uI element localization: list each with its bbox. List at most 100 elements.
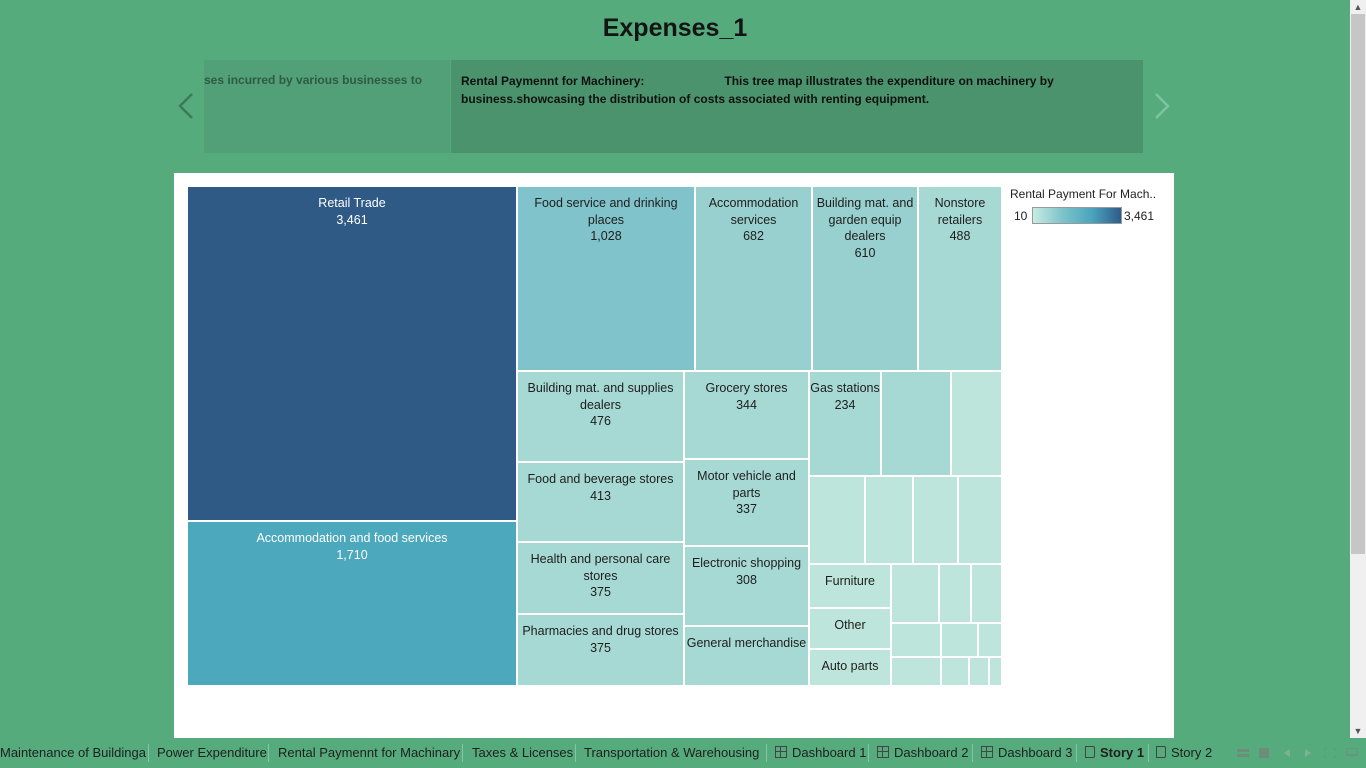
treemap-cell-motor-vehicle-and-parts[interactable]: Motor vehicle and parts 337 — [684, 459, 809, 546]
treemap-cell-value: 344 — [736, 397, 757, 412]
treemap-cell-value: 337 — [736, 502, 757, 516]
treemap-cell-unlabeled[interactable] — [881, 371, 951, 476]
treemap-cell-unlabeled[interactable] — [939, 564, 971, 623]
treemap-cell-furniture[interactable]: Furniture — [809, 564, 891, 608]
treemap-cell-label: Pharmacies and drug stores — [522, 624, 679, 638]
treemap-cell-nonstore-retailers[interactable]: Nonstore retailers 488 — [918, 186, 1002, 371]
treemap-cell-value: 3,461 — [336, 212, 368, 227]
treemap-cell-label: Health and personal care stores — [530, 552, 671, 583]
tab-label: Transportation & Warehousing — [584, 745, 760, 760]
tab-label: Maintenance of Buildinga — [0, 745, 146, 760]
tab-label: Rental Paymennt for Machinary — [278, 745, 461, 760]
treemap-cell-building-mat-and-garden-equip-dealers[interactable]: Building mat. and garden equip dealers 61… — [812, 186, 918, 371]
tab-separator — [1148, 744, 1149, 762]
treemap-cell-label: Furniture — [824, 574, 876, 588]
treemap-cell-value: 610 — [854, 245, 876, 260]
previous-caption-text: Expenses incurred by various businesses … — [204, 73, 423, 87]
tab-label: Dashboard 1 — [792, 745, 867, 760]
first-sheet-arrow-icon[interactable] — [1281, 748, 1293, 758]
tab-label: Dashboard 3 — [998, 745, 1073, 760]
tab-separator — [148, 744, 149, 762]
treemap-cell-unlabeled[interactable] — [891, 564, 939, 623]
fullscreen-icon[interactable] — [1324, 748, 1336, 758]
treemap-cell-accommodation-and-food-services[interactable]: Accommodation and food services 1,710 — [187, 521, 517, 686]
treemap-cell-unlabeled[interactable] — [951, 371, 1002, 476]
treemap-cell-value: 682 — [743, 229, 764, 243]
next-story-point-arrow-icon[interactable] — [1146, 88, 1176, 124]
treemap-cell-unlabeled[interactable] — [891, 623, 941, 657]
tab-story-2[interactable]: Story 2 — [1156, 738, 1212, 768]
tab-label: Power Expenditure — [157, 745, 267, 760]
treemap-cell-unlabeled[interactable] — [989, 657, 1002, 686]
treemap-cell-unlabeled[interactable] — [941, 623, 978, 657]
tab-rental-paymennt-for-machinary[interactable]: Rental Paymennt for Machinary — [278, 738, 460, 768]
treemap-cell-grocery-stores[interactable]: Grocery stores 344 — [684, 371, 809, 459]
legend-min: 10 — [1014, 209, 1028, 223]
treemap-cell-retail-trade[interactable]: Retail Trade 3,461 — [187, 186, 517, 521]
treemap-cell-label: Grocery stores — [705, 381, 788, 395]
treemap-cell-auto-parts[interactable]: Auto parts — [809, 649, 891, 686]
treemap-cell-unlabeled[interactable] — [809, 476, 865, 564]
treemap-cell-other[interactable]: Other — [809, 608, 891, 649]
treemap-cell-unlabeled[interactable] — [891, 657, 941, 686]
treemap-cell-value: 1,710 — [336, 547, 368, 562]
tab-dashboard-2[interactable]: Dashboard 2 — [877, 738, 968, 768]
treemap-cell-health-and-personal-care-stores[interactable]: Health and personal care stores 375 — [517, 542, 684, 614]
treemap-cell-value: 375 — [590, 640, 611, 655]
treemap-cell-gas-stations[interactable]: Gas stations 234 — [809, 371, 881, 476]
sheet-tab-bar: Maintenance of Buildinga Power Expenditu… — [0, 738, 1366, 768]
treemap-cell-label: Other — [834, 618, 866, 632]
treemap-cell-unlabeled[interactable] — [865, 476, 913, 564]
treemap-cell-accommodation-services[interactable]: Accommodation services 682 — [695, 186, 812, 371]
tab-dashboard-1[interactable]: Dashboard 1 — [775, 738, 866, 768]
treemap-cell-unlabeled[interactable] — [978, 623, 1002, 657]
show-filmstrip-icon[interactable] — [1237, 748, 1249, 758]
tab-dashboard-3[interactable]: Dashboard 3 — [981, 738, 1072, 768]
dashboard-icon — [775, 746, 787, 758]
treemap-cell-unlabeled[interactable] — [913, 476, 958, 564]
tab-label: Story 2 — [1171, 745, 1213, 760]
tab-separator — [462, 744, 463, 762]
treemap-cell-unlabeled[interactable] — [971, 564, 1002, 623]
treemap-cell-building-mat-and-supplies-dealers[interactable]: Building mat. and supplies dealers 476 — [517, 371, 684, 462]
story-title: Expenses_1 — [602, 14, 748, 42]
treemap-cell-pharmacies-and-drug-stores[interactable]: Pharmacies and drug stores 375 — [517, 614, 684, 686]
treemap-cell-unlabeled[interactable] — [941, 657, 969, 686]
treemap-cell-value: 375 — [590, 585, 611, 599]
treemap-cell-label: Electronic shopping — [691, 556, 802, 570]
story-icon — [1156, 746, 1166, 758]
tab-story-1[interactable]: Story 1 — [1085, 738, 1144, 768]
treemap-cell-general-merchandise[interactable]: General merchandise — [684, 626, 809, 686]
tab-separator — [1076, 744, 1077, 762]
treemap-cell-unlabeled[interactable] — [969, 657, 989, 686]
tab-maintenance-of-buildinga[interactable]: Maintenance of Buildinga — [0, 738, 146, 768]
tab-power-expenditure[interactable]: Power Expenditure — [157, 738, 267, 768]
show-tabs-icon[interactable] — [1258, 748, 1270, 758]
next-sheet-arrow-icon[interactable] — [1302, 748, 1314, 758]
tab-label: Dashboard 2 — [894, 745, 969, 760]
treemap-cell-label: Motor vehicle and parts — [697, 469, 796, 500]
legend-title: Rental Payment For Mach.. — [1010, 187, 1157, 201]
treemap-cell-food-service-and-drinking-places[interactable]: Food service and drinking places 1,028 — [517, 186, 695, 371]
current-story-point-caption[interactable]: Rental Paymennt for Machinery: This tree … — [451, 60, 1143, 153]
tab-separator — [766, 744, 767, 762]
previous-story-point-arrow-icon[interactable] — [172, 88, 202, 124]
tab-taxes-and-licenses[interactable]: Taxes & Licenses — [472, 738, 573, 768]
tab-label: Taxes & Licenses — [472, 745, 574, 760]
scroll-down-arrow-icon[interactable]: ▼ — [1350, 724, 1366, 738]
presentation-mode-icon[interactable] — [1346, 748, 1358, 758]
treemap-cell-value: 234 — [834, 397, 856, 412]
treemap-cell-label: Nonstore retailers — [934, 196, 986, 227]
treemap-cell-label: Building mat. and garden equip dealers — [816, 196, 914, 243]
scroll-up-arrow-icon[interactable]: ▲ — [1350, 0, 1366, 14]
treemap-cell-unlabeled[interactable] — [958, 476, 1002, 564]
color-legend-gradient — [1032, 207, 1122, 224]
treemap-cell-label: General merchandise — [686, 636, 807, 650]
dashboard-icon — [981, 746, 993, 758]
treemap-cell-food-and-beverage-stores[interactable]: Food and beverage stores 413 — [517, 462, 684, 542]
treemap-cell-electronic-shopping[interactable]: Electronic shopping 308 — [684, 546, 809, 626]
tab-separator — [868, 744, 869, 762]
scrollbar-thumb[interactable] — [1351, 14, 1365, 554]
tab-transportation-and-warehousing[interactable]: Transportation & Warehousing — [584, 738, 759, 768]
previous-story-point-caption[interactable]: Expenses incurred by various businesses … — [204, 60, 450, 153]
